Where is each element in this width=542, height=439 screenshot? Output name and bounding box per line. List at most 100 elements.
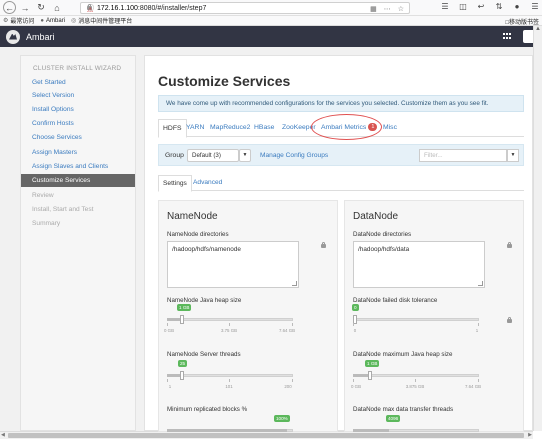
chat-icon[interactable]: ●: [512, 2, 522, 11]
page-title: Customize Services: [158, 73, 291, 89]
tab-yarn[interactable]: YARN: [186, 119, 204, 137]
vertical-scrollbar[interactable]: ▲: [533, 26, 542, 431]
views-grid-icon[interactable]: [503, 33, 511, 40]
bookmarks-bar: ⚙ 最常访问 ● Ambari ◎ 消息中间件管理平台 □移动版书签: [0, 16, 542, 26]
wizard-step-install-start-test: Install, Start and Test: [32, 206, 94, 213]
namenode-dirs-textarea[interactable]: /hadoop/hdfs/namenode: [167, 241, 299, 288]
namenode-threads-slider[interactable]: 25 1 101 200: [167, 360, 293, 389]
tick-label: 0: [353, 328, 357, 333]
datanode-fail-label: DataNode failed disk tolerance: [353, 297, 438, 304]
insecure-icon: ⚠: [87, 4, 94, 14]
namenode-title: NameNode: [167, 211, 218, 222]
forward-icon[interactable]: →: [18, 1, 32, 15]
slider-track: [167, 374, 293, 377]
wizard-step-summary: Summary: [32, 220, 61, 227]
slider-handle[interactable]: [180, 371, 184, 380]
wizard-step-install-options[interactable]: Install Options: [21, 103, 135, 116]
datanode-transfer-label: DataNode max data transfer threads: [353, 406, 454, 413]
namenode-repl-slider[interactable]: 100%: [167, 415, 293, 439]
slider-value-badge: 1 GB: [365, 360, 380, 367]
app-title: Ambari: [26, 31, 55, 42]
back-icon[interactable]: ←: [3, 1, 16, 14]
wizard-sidebar: CLUSTER INSTALL WIZARD Get Started Selec…: [20, 55, 136, 431]
library-icon[interactable]: ☰: [440, 2, 450, 11]
namenode-heap-slider[interactable]: 1 GB 0 GB 3.75 GB 7.64 GB: [164, 304, 295, 333]
bookmark-star-icon[interactable]: ☆: [398, 5, 404, 13]
tab-settings[interactable]: Settings: [158, 175, 192, 192]
config-group-select[interactable]: Default (3): [187, 149, 239, 162]
tick-label: 7.64 GB: [464, 384, 482, 389]
browser-toolbar: ← → ↻ ⌂ ⓘ ⚠ 172.16.1.100:8080/#/installe…: [0, 0, 542, 16]
sidebar-icon[interactable]: ◫: [458, 2, 468, 11]
ambari-logo[interactable]: [6, 29, 20, 44]
namenode-heap-label: NameNode Java heap size: [167, 297, 242, 304]
filter-dropdown-icon[interactable]: ▼: [507, 149, 519, 162]
slider-track: [353, 318, 479, 321]
datanode-fail-slider[interactable]: 0 0 1: [352, 304, 479, 333]
tick-label: 200: [284, 384, 292, 389]
namenode-threads-label: NameNode Server threads: [167, 351, 241, 358]
sync-icon[interactable]: ⇅: [494, 2, 504, 11]
slider-fill: [353, 429, 389, 432]
scroll-up-icon[interactable]: ▲: [534, 26, 542, 32]
wizard-step-customize-services[interactable]: Customize Services: [21, 174, 135, 187]
slider-value-badge: 100%: [274, 415, 290, 422]
gear-icon: ⚙: [3, 18, 9, 24]
slider-handle[interactable]: [368, 371, 372, 380]
filter-input[interactable]: Filter...: [419, 149, 507, 162]
wizard-step-select-version[interactable]: Select Version: [21, 89, 135, 102]
lock-icon[interactable]: [321, 242, 326, 248]
bookmark-most-visited[interactable]: ⚙ 最常访问: [3, 16, 34, 25]
datanode-panel: DataNode DataNode directories /hadoop/hd…: [344, 200, 524, 432]
tab-hbase[interactable]: HBase: [254, 119, 274, 137]
namenode-panel: NameNode NameNode directories /hadoop/hd…: [158, 200, 338, 432]
wizard-step-assign-slaves[interactable]: Assign Slaves and Clients: [21, 160, 135, 173]
lock-icon[interactable]: [507, 242, 512, 248]
datanode-heap-slider[interactable]: 1 GB 0 GB 3.875 GB 7.64 GB: [351, 360, 481, 389]
slider-track: [167, 318, 293, 321]
slider-value-badge: 0: [352, 304, 359, 311]
wizard-step-assign-masters[interactable]: Assign Masters: [21, 146, 135, 159]
namenode-repl-label: Minimum replicated blocks %: [167, 406, 248, 413]
qr-icon[interactable]: ▦: [370, 5, 377, 13]
wizard-title: CLUSTER INSTALL WIZARD: [33, 65, 122, 72]
ambari-favicon-icon: ●: [40, 17, 45, 24]
slider-handle[interactable]: [180, 315, 184, 324]
slider-value-badge: 1 GB: [177, 304, 192, 311]
scroll-left-icon[interactable]: ◀: [1, 432, 5, 438]
datanode-dirs-textarea[interactable]: /hadoop/hdfs/data: [353, 241, 485, 288]
wizard-step-review: Review: [32, 192, 54, 199]
tab-misc[interactable]: Misc: [383, 119, 397, 137]
namenode-dirs-label: NameNode directories: [167, 231, 229, 238]
chevron-down-icon[interactable]: ▼: [239, 149, 251, 162]
tab-advanced[interactable]: Advanced: [193, 175, 222, 191]
tick-label: 101: [225, 384, 233, 389]
datanode-dirs-label: DataNode directories: [353, 231, 412, 238]
tab-hdfs[interactable]: HDFS: [158, 119, 187, 138]
bookmark-mq-platform[interactable]: ◎ 消息中间件管理平台: [71, 16, 132, 25]
tick-label: 0 GB: [163, 328, 175, 333]
more-actions-icon[interactable]: ⋯: [384, 5, 391, 13]
tab-mapreduce2[interactable]: MapReduce2: [210, 119, 250, 137]
mobile-bookmarks[interactable]: □移动版书签: [505, 17, 539, 26]
datanode-transfer-slider[interactable]: 4096: [353, 415, 479, 439]
scroll-right-icon[interactable]: ▶: [528, 432, 532, 438]
wizard-step-confirm-hosts[interactable]: Confirm Hosts: [21, 117, 135, 130]
lock-icon[interactable]: [507, 317, 512, 323]
settings-subtabs: Settings Advanced: [158, 175, 524, 192]
wizard-step-choose-services[interactable]: Choose Services: [21, 131, 135, 144]
menu-icon[interactable]: ☰: [530, 2, 540, 11]
url-text: 172.16.1.100:8080/#/installer/step7: [97, 4, 207, 12]
group-label: Group: [165, 152, 184, 159]
url-bar[interactable]: ⓘ ⚠ 172.16.1.100:8080/#/installer/step7 …: [80, 2, 410, 14]
manage-config-groups-link[interactable]: Manage Config Groups: [260, 152, 328, 159]
slider-value-badge: 4096: [386, 415, 401, 422]
wizard-step-get-started[interactable]: Get Started: [21, 76, 135, 89]
home-icon[interactable]: ⌂: [50, 1, 64, 15]
pocket-icon[interactable]: ↩: [476, 2, 486, 11]
reload-icon[interactable]: ↻: [34, 1, 48, 15]
tick-label: 3.75 GB: [220, 328, 238, 333]
main-content: Customize Services We have come up with …: [144, 55, 533, 432]
bookmark-ambari[interactable]: ● Ambari: [40, 18, 65, 24]
app-header: Ambari: [0, 26, 537, 47]
